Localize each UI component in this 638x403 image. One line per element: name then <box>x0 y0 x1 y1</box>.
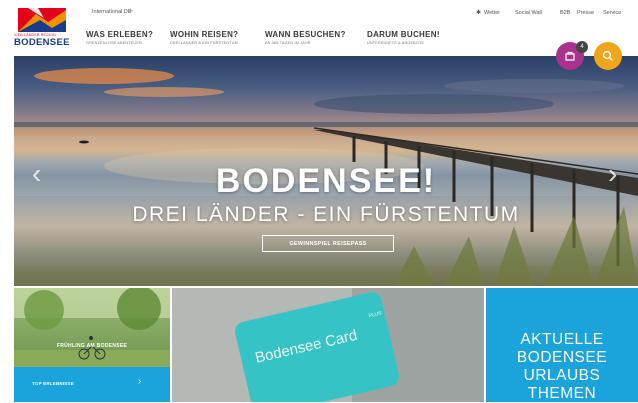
social-wall-link[interactable]: Social Wall <box>515 10 542 16</box>
b2b-link[interactable]: B2B <box>560 10 570 16</box>
language-expand-icon[interactable]: + <box>128 6 133 16</box>
topics-line: THEMEN <box>527 385 597 402</box>
card-text: Bodensee Card <box>253 326 359 367</box>
hero-title: BODENSEE! <box>215 162 437 200</box>
top-experiences-bar[interactable]: TOP ERLEBNISSE › <box>14 367 170 402</box>
nav-title: WAS ERLEBEN? <box>86 30 154 39</box>
topics-line: BODENSEE <box>516 349 608 366</box>
service-link[interactable]: Service <box>603 10 621 16</box>
hero-subtitle: DREI LÄNDER - EIN FÜRSTENTUM <box>132 203 520 226</box>
topics-line: AKTUELLE <box>520 331 604 348</box>
site-header: VIER LÄNDER REGION BODENSEE Internationa… <box>0 0 638 56</box>
search-icon <box>602 50 613 61</box>
nav-title: WANN BESUCHEN? <box>265 30 346 39</box>
nav-title: WOHIN REISEN? <box>170 30 239 39</box>
suitcase-icon <box>565 51 575 61</box>
weather-icon: ✱ <box>476 10 482 16</box>
topics-heading: AKTUELLE BODENSEE URLAUBS THEMEN <box>486 331 638 403</box>
weather-link[interactable]: Wetter <box>484 10 500 16</box>
nav-subtitle: AN 365 TAGEN IM JAHR <box>265 41 311 45</box>
spring-label: FRÜHLING AM BODENSEE <box>56 343 128 349</box>
press-link[interactable]: Presse <box>577 10 594 16</box>
tile-spring[interactable]: FRÜHLING AM BODENSEE TOP ERLEBNISSE › <box>14 288 170 402</box>
search-button[interactable] <box>594 42 622 70</box>
hero-cta-button[interactable]: GEWINNSPIEL REISEPASS <box>262 235 394 252</box>
logo-wordmark: BODENSEE <box>14 37 70 48</box>
nav-subtitle: UNTERKÜNFTE & ANGEBOTE <box>367 41 425 45</box>
favorites-count-badge: 4 <box>576 41 588 53</box>
nav-title: DARUM BUCHEN! <box>367 30 440 39</box>
tile-current-topics[interactable]: AKTUELLE BODENSEE URLAUBS THEMEN <box>486 288 638 402</box>
nav-wohin-reisen[interactable]: WOHIN REISEN? DREI LÄNDER & EIN FÜRSTENT… <box>170 30 238 45</box>
hero-slider: ‹ › BODENSEE! DREI LÄNDER - EIN FÜRSTENT… <box>14 56 638 286</box>
nav-wann-besuchen[interactable]: WANN BESUCHEN? AN 365 TAGEN IM JAHR <box>265 30 346 45</box>
card-plus: PLUS <box>368 310 383 320</box>
topics-line: URLAUBS <box>523 367 601 384</box>
nav-subtitle: GRENZENLOSE ABENTEUER <box>86 41 142 45</box>
nav-was-erleben[interactable]: WAS ERLEBEN? GRENZENLOSE ABENTEUER <box>86 30 153 45</box>
nav-subtitle: DREI LÄNDER & EIN FÜRSTENTUM <box>170 41 238 45</box>
language-selector[interactable]: International DE <box>92 9 131 15</box>
bodensee-logo[interactable]: VIER LÄNDER REGION BODENSEE <box>14 8 70 48</box>
chevron-right-icon: › <box>138 376 142 387</box>
top-experiences-label: TOP ERLEBNISSE <box>32 381 74 386</box>
logo-mark-icon <box>18 8 66 32</box>
nav-darum-buchen[interactable]: DARUM BUCHEN! UNTERKÜNFTE & ANGEBOTE <box>367 30 440 45</box>
tile-bodensee-card[interactable]: Bodensee Card PLUS <box>172 288 484 402</box>
